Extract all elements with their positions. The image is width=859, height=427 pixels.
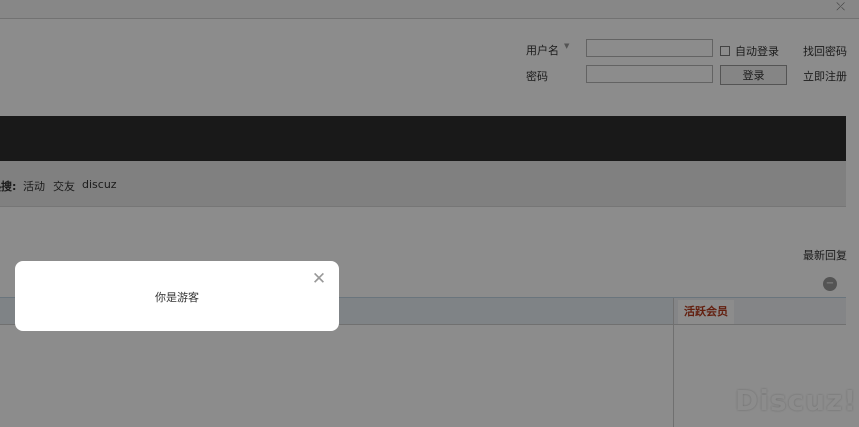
dialog-message: 你是游客 (155, 291, 199, 304)
modal-overlay[interactable] (0, 0, 859, 427)
guest-dialog: 你是游客 ✕ (15, 261, 339, 331)
close-icon[interactable]: ✕ (311, 271, 327, 288)
